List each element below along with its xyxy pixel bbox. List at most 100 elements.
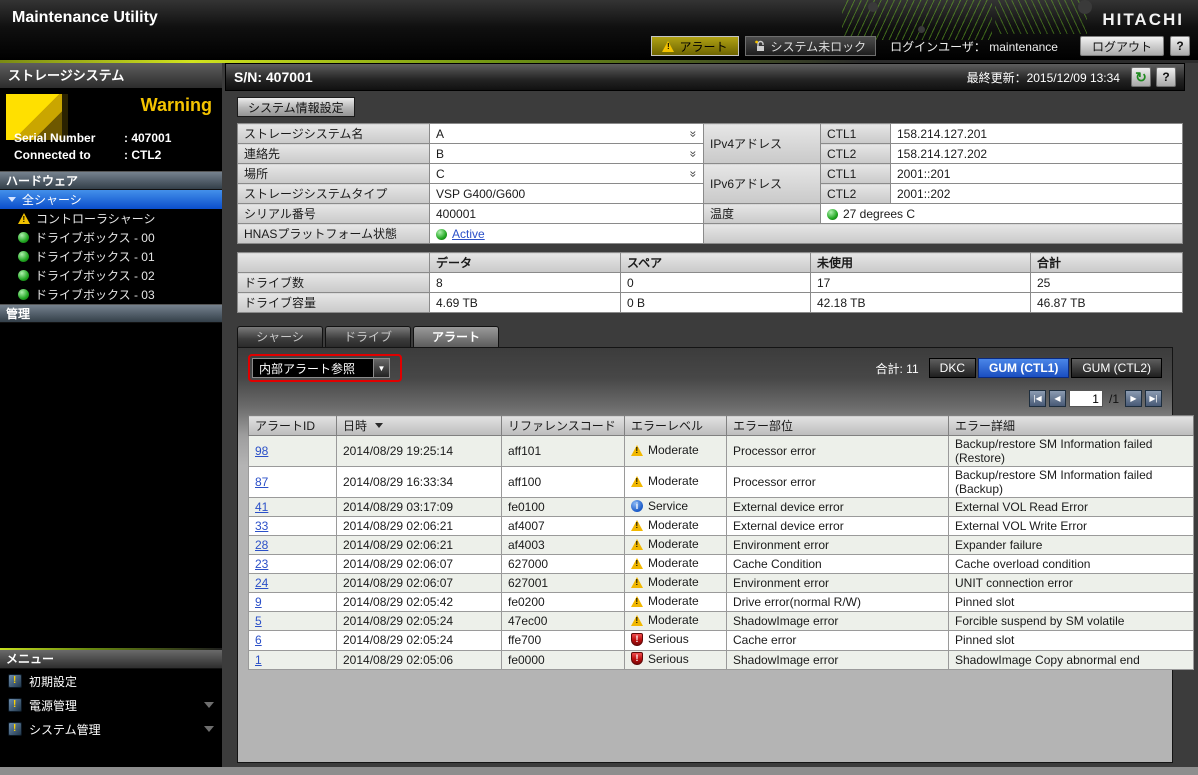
alert-id-link[interactable]: 28 (255, 538, 268, 552)
drive-header-spare: スペア (621, 253, 811, 273)
alert-button-label: アラート (679, 38, 727, 55)
alert-id-cell: 98 (249, 436, 337, 467)
logout-button[interactable]: ログアウト (1080, 36, 1164, 56)
tree-expander-icon (8, 197, 16, 202)
expand-chevron-icon[interactable]: » (687, 150, 701, 157)
sidebar-item-drive-box-01[interactable]: ドライブボックス - 01 (0, 247, 222, 266)
datetime-cell: 2014/08/29 02:05:24 (337, 631, 502, 651)
prev-page-button[interactable]: ◀ (1049, 390, 1066, 407)
tab-chassis[interactable]: シャーシ (237, 326, 323, 347)
tab-strip: シャーシドライブアラート (237, 326, 1173, 347)
datetime-cell: 2014/08/29 16:33:34 (337, 467, 502, 498)
alert-id-link[interactable]: 23 (255, 557, 268, 571)
page-input[interactable] (1069, 390, 1103, 407)
reference-code-cell: fe0200 (502, 593, 625, 612)
sidebar-item-label: コントローラシャーシ (36, 210, 156, 227)
alert-id-link[interactable]: 87 (255, 475, 268, 489)
alert-id-link[interactable]: 5 (255, 614, 262, 628)
first-page-button[interactable]: |◀ (1029, 390, 1046, 407)
drive-header-data: データ (430, 253, 621, 273)
alert-status-button[interactable]: アラート (651, 36, 738, 56)
initial-settings-icon (8, 674, 22, 688)
sidebar-item-drive-box-02[interactable]: ドライブボックス - 02 (0, 266, 222, 285)
header-error-detail[interactable]: エラー詳細 (949, 416, 1194, 436)
chevron-down-icon (204, 726, 214, 732)
error-detail-cell: Cache overload condition (949, 555, 1194, 574)
drive-count-spare: 0 (621, 273, 811, 293)
contact-label: 連絡先 (238, 144, 430, 164)
help-button[interactable]: ? (1170, 36, 1190, 56)
storage-system-name-value[interactable]: A » (430, 124, 704, 144)
error-detail-cell: Backup/restore SM Information failed (Ba… (949, 467, 1194, 498)
next-page-button[interactable]: ▶ (1125, 390, 1142, 407)
header-error-level[interactable]: エラーレベル (625, 416, 727, 436)
header-reference-code[interactable]: リファレンスコード (502, 416, 625, 436)
datetime-cell: 2014/08/29 02:05:06 (337, 650, 502, 670)
expand-chevron-icon[interactable]: » (687, 130, 701, 137)
sidebar-item-controller-chassis[interactable]: コントローラシャーシ (0, 209, 222, 228)
chevron-down-icon: ▼ (373, 359, 389, 377)
alert-id-link[interactable]: 24 (255, 576, 268, 590)
refresh-button[interactable]: ↻ (1131, 67, 1151, 87)
hnas-active-link[interactable]: Active (452, 227, 485, 241)
error-part-cell: Processor error (727, 436, 949, 467)
ctl2-label: CTL2 (821, 144, 891, 164)
location-value[interactable]: C » (430, 164, 704, 184)
sidebar-item-drive-box-00[interactable]: ドライブボックス - 00 (0, 228, 222, 247)
error-level-text: Service (648, 499, 688, 513)
gum-ctl2-button[interactable]: GUM (CTL2) (1071, 358, 1162, 378)
header-error-part[interactable]: エラー部位 (727, 416, 949, 436)
sidebar-item-label: ドライブボックス - 02 (35, 267, 155, 284)
tab-drive[interactable]: ドライブ (325, 326, 411, 347)
dkc-button[interactable]: DKC (929, 358, 976, 378)
severity-moderate-icon (631, 577, 643, 588)
system-info-settings-button[interactable]: システム情報設定 (237, 97, 355, 117)
window-bottom-strip (0, 767, 1198, 775)
status-ok-icon (18, 289, 29, 300)
datetime-cell: 2014/08/29 02:05:24 (337, 612, 502, 631)
severity-serious-icon (631, 652, 643, 665)
last-page-button[interactable]: ▶| (1145, 390, 1162, 407)
storage-system-type-label: ストレージシステムタイプ (238, 184, 430, 204)
menu-item-label: 電源管理 (29, 697, 77, 714)
hardware-section-header: ハードウェア (0, 171, 222, 190)
temperature-value: 27 degrees C (821, 204, 1183, 224)
system-lock-button[interactable]: システム未ロック (745, 36, 877, 56)
alert-id-link[interactable]: 6 (255, 633, 262, 647)
reference-code-cell: af4007 (502, 517, 625, 536)
severity-moderate-icon (631, 539, 643, 550)
alert-id-link[interactable]: 9 (255, 595, 262, 609)
sidebar-item-all-chassis[interactable]: 全シャーシ (0, 190, 222, 209)
alert-id-link[interactable]: 1 (255, 653, 262, 667)
expand-chevron-icon[interactable]: » (687, 170, 701, 177)
header-datetime[interactable]: 日時 (337, 416, 502, 436)
warning-icon (662, 41, 674, 52)
alert-id-link[interactable]: 98 (255, 444, 268, 458)
sidebar: ストレージシステム Warning Serial Number : 407001… (0, 63, 222, 767)
menu-item-system-management[interactable]: システム管理 (0, 717, 222, 741)
reference-code-cell: aff101 (502, 436, 625, 467)
tab-alert[interactable]: アラート (413, 326, 499, 347)
help-button[interactable]: ? (1156, 67, 1176, 87)
ctl1-label: CTL1 (821, 124, 891, 144)
system-info-table: ストレージシステム名 A » IPv4アドレス CTL1 158.214.127… (237, 123, 1183, 244)
gum-ctl1-button[interactable]: GUM (CTL1) (978, 358, 1069, 378)
error-detail-cell: Pinned slot (949, 593, 1194, 612)
menu-item-initial-settings[interactable]: 初期設定 (0, 669, 222, 693)
ipv6-ctl2-value: 2001::202 (891, 184, 1183, 204)
contact-value[interactable]: B » (430, 144, 704, 164)
menu-section-header: メニュー (0, 650, 222, 669)
alert-id-cell: 1 (249, 650, 337, 670)
alert-source-dropdown[interactable]: 内部アラート参照 ▼ (252, 358, 390, 378)
sidebar-item-drive-box-03[interactable]: ドライブボックス - 03 (0, 285, 222, 304)
lock-icon (755, 40, 766, 52)
drive-capacity-label: ドライブ容量 (238, 293, 430, 313)
drive-header-empty (238, 253, 430, 273)
ctl2-label: CTL2 (821, 184, 891, 204)
alert-id-link[interactable]: 33 (255, 519, 268, 533)
sidebar-item-label: ドライブボックス - 03 (35, 286, 155, 303)
menu-item-power-management[interactable]: 電源管理 (0, 693, 222, 717)
datetime-cell: 2014/08/29 03:17:09 (337, 498, 502, 517)
alert-id-link[interactable]: 41 (255, 500, 268, 514)
header-alert-id[interactable]: アラートID (249, 416, 337, 436)
